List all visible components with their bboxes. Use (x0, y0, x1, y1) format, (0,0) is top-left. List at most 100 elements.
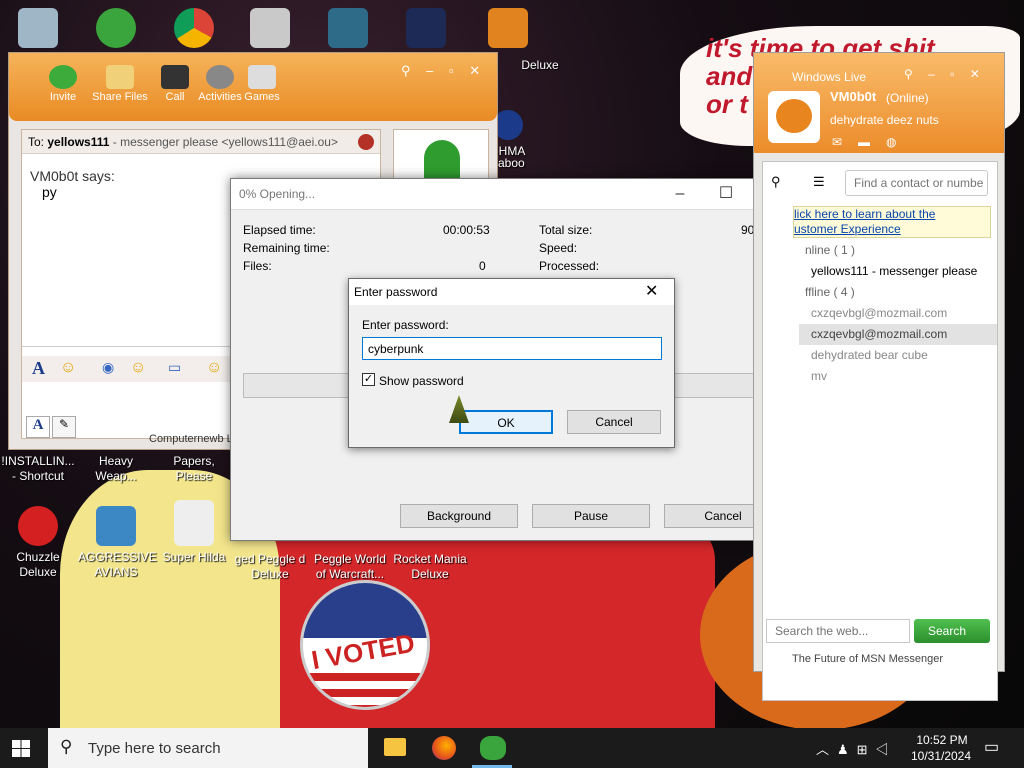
invite-icon (49, 65, 77, 89)
heavy-weapon-label: Heavy Weap... (95, 454, 137, 483)
elapsed-time-value: 00:00:53 (443, 223, 490, 237)
chat-window-controls[interactable]: ⚲ ‒ ▫ ✕ (401, 63, 491, 79)
desktop-icon-chuzzle[interactable]: Chuzzle Deluxe (0, 506, 76, 580)
maximize-button[interactable]: ☐ (703, 179, 749, 209)
quick-icons[interactable]: ✉▬◍ (832, 135, 913, 149)
papers-please-label: Papers, Please (173, 454, 215, 483)
games-button[interactable]: Games (234, 65, 290, 103)
banner-line-1: lick here to learn about the (794, 207, 936, 221)
message-text: py (42, 184, 57, 200)
offline-group-header[interactable]: ffline ( 4 ) (793, 282, 1024, 303)
rocket-mania-label: Rocket Mania Deluxe (393, 552, 467, 581)
text-format-tab[interactable]: A (26, 416, 50, 438)
online-group-header[interactable]: nline ( 1 ) (793, 240, 1024, 261)
windows-app-icon[interactable] (232, 8, 308, 52)
to-contact-name: yellows111 (47, 135, 110, 149)
notification-icon[interactable]: ▭ (984, 737, 999, 757)
emoticon-icon[interactable]: ☺ (60, 359, 76, 377)
shield-logo-icon[interactable] (388, 8, 464, 52)
search-icon: ⚲ (771, 174, 781, 189)
desktop-icon-rocket-mania[interactable]: Rocket Mania Deluxe (392, 552, 468, 582)
password-dialog-title: Enter password (354, 285, 438, 299)
share-files-button[interactable]: Share Files (89, 65, 151, 103)
taskbar-search-box[interactable]: ⚲ Type here to search (48, 728, 368, 768)
phone-icon (161, 65, 189, 89)
ok-button[interactable]: OK (459, 410, 553, 434)
file-explorer-icon[interactable] (384, 738, 406, 756)
pumpkin-avatar-icon (776, 99, 812, 133)
deluxe-game-icon[interactable]: Deluxe (470, 8, 559, 72)
desktop-icon-peggle-deluxe[interactable]: ged Peggle d Deluxe (232, 552, 308, 582)
desktop-icon-peggle-wow[interactable]: Peggle World of Warcraft... (310, 552, 390, 582)
password-label: Enter password: (362, 318, 449, 332)
show-password-label: Show password (379, 374, 464, 388)
password-input[interactable] (362, 337, 662, 360)
folder-icon (106, 65, 134, 89)
password-close-icon[interactable]: ✕ (645, 281, 658, 301)
show-password-checkbox[interactable]: ✓ (362, 373, 375, 386)
voice-clip-icon[interactable]: ◉ (102, 359, 114, 376)
password-dialog: Enter password ✕ Enter password: ✓ Show … (348, 278, 675, 448)
call-label: Call (165, 91, 185, 103)
files-value: 0 (479, 259, 486, 273)
invite-label: Invite (49, 91, 77, 103)
taskbar-search-placeholder: Type here to search (88, 740, 221, 757)
pause-button[interactable]: Pause (532, 504, 650, 528)
invite-button[interactable]: Invite (35, 65, 91, 103)
desktop-icon-heavy-weapon[interactable]: Heavy Weap... (78, 454, 154, 484)
messenger-window-controls[interactable]: ⚲ ‒ ▫ ✕ (904, 67, 986, 81)
user-name[interactable]: VM0b0t (830, 89, 876, 104)
peggle-wow-label: Peggle World of Warcraft... (314, 552, 386, 581)
desktop-icon-aggressive-avians[interactable]: AGGRESSIVE AVIANS (78, 506, 157, 580)
peggle-deluxe-label: ged Peggle d Deluxe (234, 552, 306, 581)
view-options-icon[interactable]: ☰ (813, 174, 825, 190)
firefox-icon[interactable] (432, 736, 456, 760)
clock-date[interactable]: 10/31/2024 (904, 749, 978, 763)
password-titlebar: Enter password ✕ (349, 279, 674, 305)
game-character-icon[interactable] (310, 8, 386, 52)
speed-label: Speed: (539, 241, 578, 255)
block-icon[interactable] (358, 134, 374, 150)
contact-online-yellows111[interactable]: yellows111 - messenger please (799, 261, 1024, 282)
start-button[interactable] (12, 740, 30, 757)
customer-experience-banner[interactable]: lick here to learn about the ustomer Exp… (793, 206, 991, 238)
chuzzle-label: Chuzzle Deluxe (16, 550, 60, 579)
messenger-title: Windows Live (792, 70, 867, 84)
to-bar: To: yellows111 - messenger please <yello… (22, 130, 380, 154)
contact-offline-2[interactable]: cxzqevbgl@mozmail.com (799, 324, 997, 345)
tray-icons[interactable]: ︿♟⊞◁ (816, 739, 897, 758)
elapsed-time-label: Elapsed time: (243, 223, 316, 237)
desktop-icon-super-hilda[interactable]: Super Hilda (156, 500, 232, 565)
user-status[interactable]: (Online) (886, 91, 929, 105)
desktop-icon-installing[interactable]: !INSTALLIN... - Shortcut (0, 454, 76, 484)
messenger-taskbar-icon[interactable] (480, 736, 506, 760)
cancel-button[interactable]: Cancel (567, 410, 661, 434)
banner-line-2: ustomer Experience (794, 222, 901, 236)
deluxe-label: Deluxe (521, 58, 559, 72)
background-icon[interactable]: ▭ (168, 359, 181, 376)
personal-message[interactable]: dehydrate deez nuts (830, 113, 939, 127)
contact-search-input[interactable] (845, 170, 988, 196)
to-contact-details: - messenger please <yellows111@aei.ou> (112, 135, 338, 149)
recycle-bin-icon[interactable] (0, 8, 76, 52)
remaining-time-label: Remaining time: (243, 241, 330, 255)
contact-offline-1[interactable]: cxzqevbgl@mozmail.com (799, 303, 1024, 324)
desktop-icon-papers-please[interactable]: Papers, Please (156, 454, 232, 484)
nudge-icon[interactable]: ☺ (206, 359, 222, 377)
web-search-button[interactable]: Search (914, 619, 990, 643)
wink-icon[interactable]: ☺ (130, 359, 146, 377)
contact-offline-3[interactable]: dehydrated bear cube (799, 345, 1024, 366)
user-display-picture[interactable] (768, 91, 820, 143)
handwriting-tab[interactable]: ✎ (52, 416, 76, 438)
web-search-input[interactable] (766, 619, 910, 643)
i-voted-sticker: I VOTED (300, 580, 430, 710)
minimize-button[interactable]: – (657, 179, 703, 209)
processed-label: Processed: (539, 259, 600, 273)
background-button[interactable]: Background (400, 504, 518, 528)
messenger-desktop-icon[interactable] (78, 8, 154, 52)
contact-offline-4[interactable]: mv (799, 366, 1024, 387)
super-hilda-label: Super Hilda (162, 550, 226, 564)
font-icon[interactable]: A (32, 358, 45, 379)
chrome-icon[interactable] (156, 8, 232, 52)
clock-time[interactable]: 10:52 PM (914, 733, 970, 747)
